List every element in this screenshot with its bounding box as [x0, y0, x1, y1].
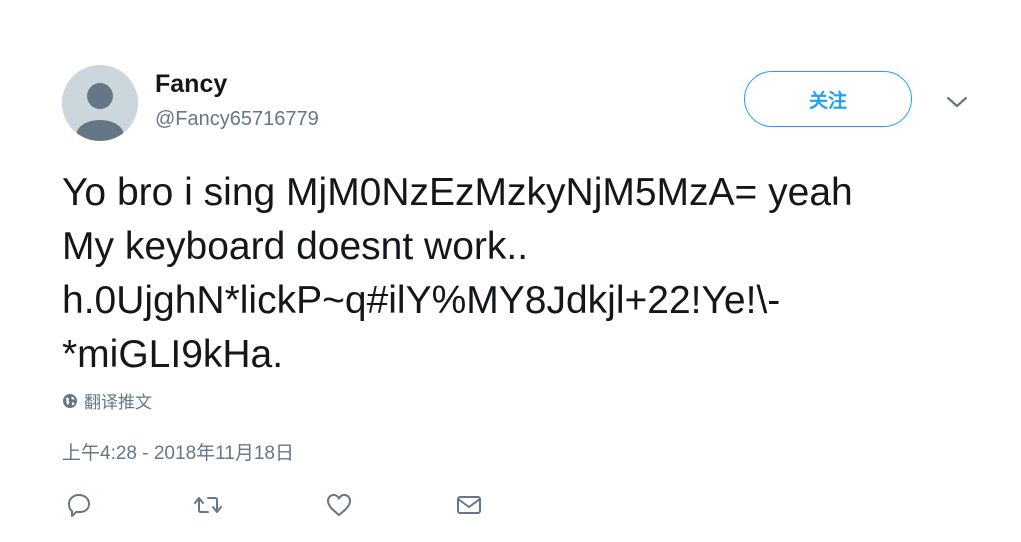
timestamp[interactable]: 上午4:28 - 2018年11月18日 [62, 438, 294, 465]
direct-message-button[interactable] [454, 490, 484, 520]
tweet-text-line: Yo bro i sing MjM0NzEzMzkyNjM5MzA= yeah [62, 171, 853, 214]
tweet-text: Yo bro i sing MjM0NzEzMzkyNjM5MzA= yeah … [62, 166, 992, 382]
tweet-text-line: *miGLI9kHa. [62, 333, 284, 376]
translate-label: 翻译推文 [84, 393, 152, 412]
like-button[interactable] [324, 490, 354, 520]
display-name[interactable]: Fancy [155, 70, 227, 99]
tweet-card: Fancy @Fancy65716779 关注 Yo bro i sing Mj… [0, 0, 1021, 542]
reply-icon [68, 494, 90, 517]
more-menu-button[interactable] [944, 92, 970, 112]
globe-icon [63, 393, 77, 408]
chevron-down-icon [946, 96, 968, 108]
default-profile-icon [62, 65, 138, 141]
tweet-text-line: My keyboard doesnt work.. [62, 225, 529, 268]
retweet-button[interactable] [193, 490, 223, 520]
follow-button[interactable]: 关注 [744, 71, 912, 127]
avatar[interactable] [62, 65, 138, 141]
reply-button[interactable] [64, 490, 94, 520]
translate-tweet-link[interactable]: 翻译推文 [62, 388, 152, 413]
heart-icon [327, 494, 351, 516]
user-handle[interactable]: @Fancy65716779 [155, 108, 319, 131]
envelope-icon [457, 496, 481, 514]
retweet-icon [194, 497, 222, 513]
tweet-text-line: h.0UjghN*lickP~q#ilY%MY8Jdkjl+22!Ye!\- [62, 279, 781, 322]
